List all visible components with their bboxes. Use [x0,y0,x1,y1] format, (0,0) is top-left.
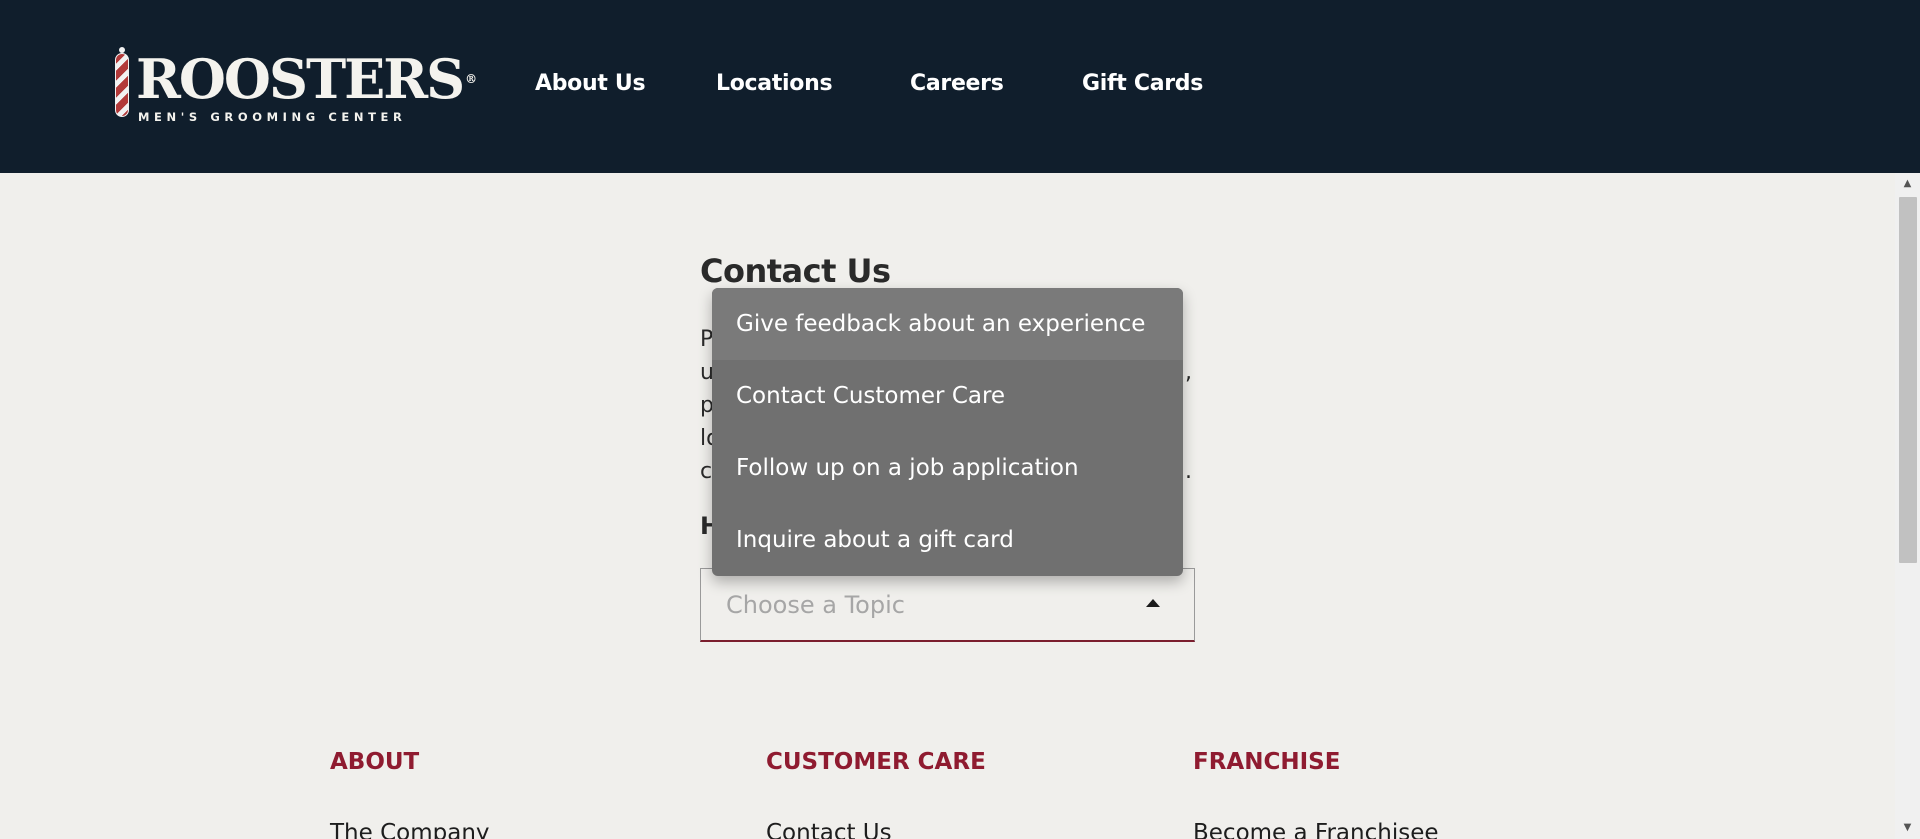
topic-option-gift-card[interactable]: Inquire about a gift card [712,504,1183,576]
intro-trailing-comma: , [1185,360,1192,385]
logo-trademark: ® [465,72,477,86]
topic-option-feedback[interactable]: Give feedback about an experience [712,288,1183,360]
topic-select[interactable]: Choose a Topic [700,568,1195,642]
footer-link-contact-us[interactable]: Contact Us [766,820,892,839]
page-title: Contact Us [700,252,891,290]
topic-select-placeholder: Choose a Topic [726,591,905,619]
footer-link-the-company[interactable]: The Company [330,820,490,839]
scroll-up-arrow-icon[interactable]: ▲ [1895,173,1920,195]
topic-option-customer-care[interactable]: Contact Customer Care [712,360,1183,432]
page-scrollbar[interactable]: ▲ ▼ [1895,173,1920,839]
footer-heading-franchise: FRANCHISE [1193,749,1341,775]
nav-locations[interactable]: Locations [716,71,833,96]
caret-up-icon[interactable] [1146,599,1160,607]
footer-heading-about: ABOUT [330,749,420,775]
topic-option-job-application[interactable]: Follow up on a job application [712,432,1183,504]
logo-subtitle: MEN'S GROOMING CENTER [138,110,407,124]
barber-pole-icon [115,47,129,117]
nav-careers[interactable]: Careers [910,71,1004,96]
scroll-down-arrow-icon[interactable]: ▼ [1895,817,1920,839]
roosters-logo[interactable]: ROOSTERS ® MEN'S GROOMING CENTER [112,47,477,126]
footer-heading-customer-care: CUSTOMER CARE [766,749,986,775]
logo-wordmark: ROOSTERS ® [136,47,477,111]
intro-trailing-period: . [1185,459,1192,484]
footer-link-become-franchisee[interactable]: Become a Franchisee [1193,820,1439,839]
site-header: ROOSTERS ® MEN'S GROOMING CENTER About Us… [0,0,1920,173]
scroll-thumb[interactable] [1899,197,1917,563]
topic-dropdown-menu: Give feedback about an experience Contac… [712,288,1183,576]
nav-gift-cards[interactable]: Gift Cards [1082,71,1203,96]
nav-about-us[interactable]: About Us [535,71,646,96]
